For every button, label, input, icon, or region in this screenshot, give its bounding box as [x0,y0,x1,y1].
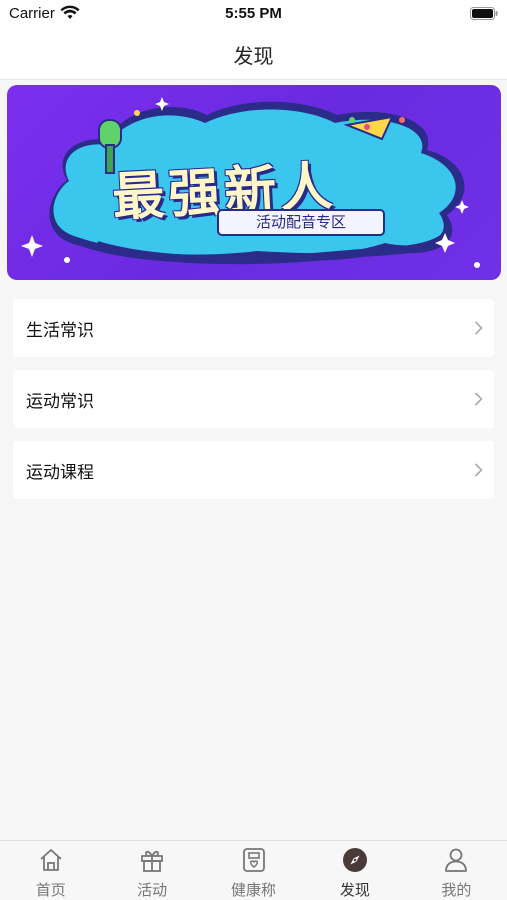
gift-icon [141,850,164,872]
promo-banner[interactable]: 最强新人 活动配音专区 [7,85,501,280]
home-icon [40,849,62,871]
chevron-right-icon [474,392,483,406]
scale-icon [242,848,265,872]
menu-item-life-tips[interactable]: 生活常识 [13,299,494,357]
tab-home[interactable]: 首页 [0,841,101,900]
tab-discover[interactable]: 发现 [304,841,405,900]
tab-scale[interactable]: 健康称 [203,841,304,900]
banner-subtitle: 活动配音专区 [217,209,385,236]
tab-label: 健康称 [231,881,277,899]
status-bar: Carrier 5:55 PM [0,0,507,30]
chevron-right-icon [474,463,483,477]
tab-label: 活动 [137,881,168,899]
tab-label: 我的 [441,881,472,899]
menu-item-label: 运动课程 [26,463,94,483]
menu-item-sport-courses[interactable]: 运动课程 [13,441,494,499]
tab-activity[interactable]: 活动 [101,841,202,900]
tab-label: 发现 [339,881,370,899]
menu-item-label: 生活常识 [26,321,94,341]
compass-icon [342,848,367,872]
menu-item-sport-tips[interactable]: 运动常识 [13,370,494,428]
person-icon [445,848,468,872]
chevron-right-icon [474,321,483,335]
tab-bar: 首页 活动 健康称 发现 我的 [0,840,507,900]
battery-icon [470,7,498,20]
status-time: 5:55 PM [225,5,282,22]
tab-profile[interactable]: 我的 [406,841,507,900]
nav-bar: 发现 [0,30,507,80]
menu-item-label: 运动常识 [26,392,94,412]
tab-label: 首页 [35,881,66,899]
page-title: 发现 [233,44,274,68]
